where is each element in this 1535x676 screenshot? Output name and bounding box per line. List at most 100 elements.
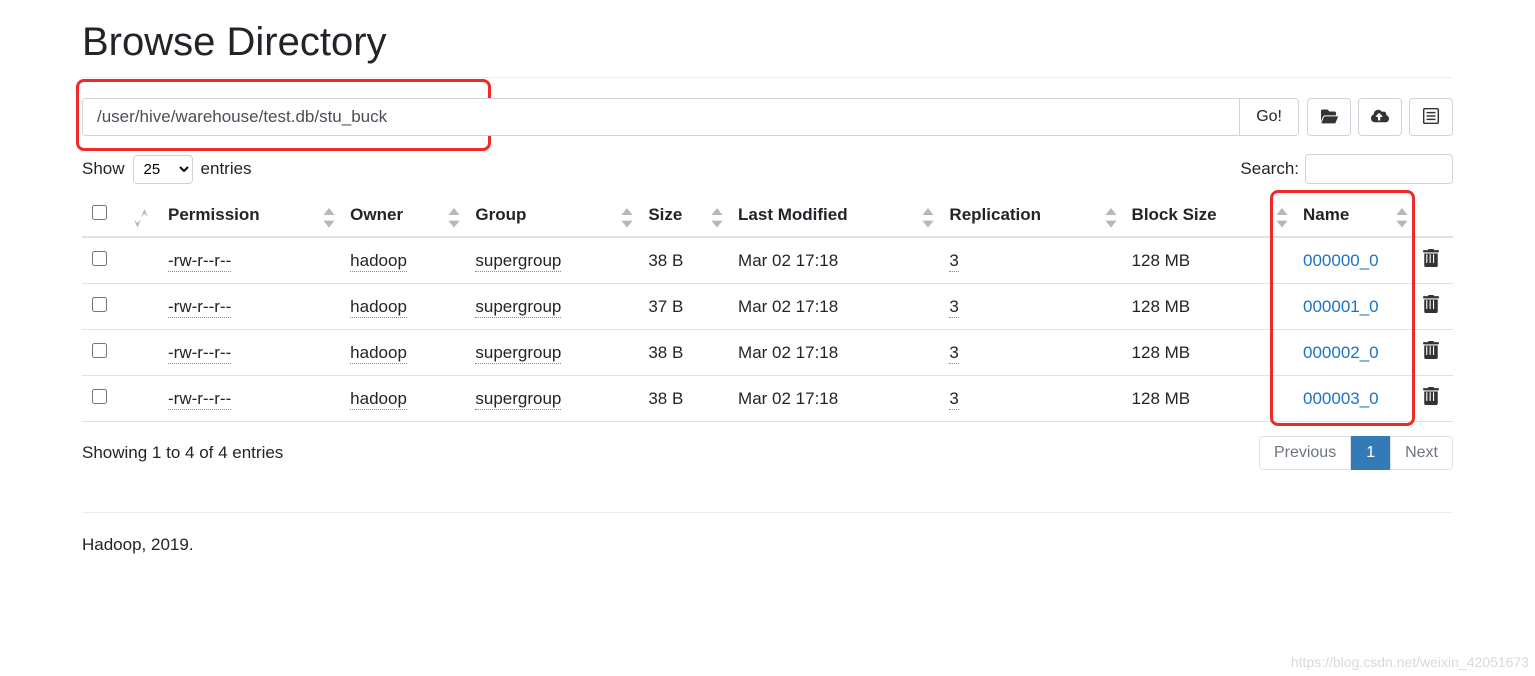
file-table: Permission Owner Group Size Last Modifie… <box>82 194 1453 422</box>
trash-icon[interactable] <box>1423 344 1439 363</box>
cell-group: supergroup <box>475 343 561 364</box>
cell-last-modified: Mar 02 17:18 <box>738 251 838 270</box>
table-row: -rw-r--r-- hadoop supergroup 38 B Mar 02 17:… <box>82 330 1453 376</box>
page-title: Browse Directory <box>82 20 1453 78</box>
next-button[interactable]: Next <box>1390 436 1453 470</box>
col-size[interactable]: Size <box>638 194 728 237</box>
sort-icon <box>322 208 336 222</box>
show-label-post: entries <box>201 159 252 179</box>
cloud-upload-icon <box>1371 107 1389 128</box>
select-all-checkbox[interactable] <box>92 205 107 220</box>
cell-name-link[interactable]: 000003_0 <box>1303 389 1379 408</box>
sort-icon <box>447 208 461 222</box>
cell-replication: 3 <box>949 251 958 272</box>
cell-owner: hadoop <box>350 389 407 410</box>
divider <box>82 512 1453 513</box>
col-last-modified-label: Last Modified <box>738 205 848 224</box>
pagination: Previous 1 Next <box>1259 436 1453 470</box>
col-select-all[interactable] <box>82 194 122 237</box>
cell-permission: -rw-r--r-- <box>168 297 231 318</box>
cell-permission: -rw-r--r-- <box>168 343 231 364</box>
table-wrap: Permission Owner Group Size Last Modifie… <box>82 194 1453 422</box>
path-input-group: Go! <box>82 98 1299 136</box>
col-group-label: Group <box>475 205 526 224</box>
col-replication[interactable]: Replication <box>939 194 1121 237</box>
show-label-pre: Show <box>82 159 125 179</box>
list-icon <box>1422 107 1440 128</box>
upload-button[interactable] <box>1358 98 1402 136</box>
path-bar: Go! <box>82 98 1453 136</box>
col-sort-initial[interactable] <box>122 194 158 237</box>
cell-block-size: 128 MB <box>1132 251 1191 270</box>
cell-group: supergroup <box>475 297 561 318</box>
sort-icon <box>1104 208 1118 222</box>
cell-owner: hadoop <box>350 297 407 318</box>
sort-icon <box>1275 208 1289 222</box>
show-entries: Show 102550100 entries <box>82 155 252 184</box>
cell-owner: hadoop <box>350 343 407 364</box>
cell-replication: 3 <box>949 389 958 410</box>
row-checkbox[interactable] <box>92 389 107 404</box>
watermark: https://blog.csdn.net/weixin_42051673 <box>1291 654 1529 670</box>
col-last-modified[interactable]: Last Modified <box>728 194 939 237</box>
showing-info: Showing 1 to 4 of 4 entries <box>82 443 283 463</box>
row-checkbox[interactable] <box>92 251 107 266</box>
footer-text: Hadoop, 2019. <box>82 535 1453 555</box>
cell-last-modified: Mar 02 17:18 <box>738 343 838 362</box>
cell-size: 38 B <box>648 251 683 270</box>
trash-icon[interactable] <box>1423 298 1439 317</box>
col-block-size[interactable]: Block Size <box>1122 194 1293 237</box>
col-group[interactable]: Group <box>465 194 638 237</box>
row-checkbox[interactable] <box>92 297 107 312</box>
search-box: Search: <box>1240 154 1453 184</box>
sort-icon <box>1395 208 1409 222</box>
go-button[interactable]: Go! <box>1239 99 1298 135</box>
search-label: Search: <box>1240 159 1299 179</box>
cell-group: supergroup <box>475 389 561 410</box>
sort-icon <box>921 208 935 222</box>
cell-size: 38 B <box>648 389 683 408</box>
path-input[interactable] <box>83 99 1239 135</box>
table-controls: Show 102550100 entries Search: <box>82 154 1453 184</box>
cell-name-link[interactable]: 000001_0 <box>1303 297 1379 316</box>
table-row: -rw-r--r--hadoopsupergroup38 BMar 02 17:… <box>82 376 1453 422</box>
cell-name-link[interactable]: 000002_0 <box>1303 343 1379 362</box>
trash-icon[interactable] <box>1423 390 1439 409</box>
col-block-size-label: Block Size <box>1132 205 1217 224</box>
cell-group: supergroup <box>475 251 561 272</box>
toolbar-icons <box>1307 98 1453 136</box>
col-permission[interactable]: Permission <box>158 194 340 237</box>
trash-icon[interactable] <box>1423 252 1439 271</box>
cell-block-size: 128 MB <box>1132 389 1191 408</box>
cell-owner: hadoop <box>350 251 407 272</box>
cell-size: 38 B <box>648 343 683 362</box>
cell-size: 37 B <box>648 297 683 316</box>
col-replication-label: Replication <box>949 205 1041 224</box>
folder-open-icon <box>1320 107 1338 128</box>
col-owner-label: Owner <box>350 205 403 224</box>
sort-icon <box>620 208 634 222</box>
table-row: -rw-r--r-- hadoop supergroup 37 B Mar 02 17:… <box>82 284 1453 330</box>
col-actions <box>1413 194 1453 237</box>
col-name[interactable]: Name <box>1293 194 1413 237</box>
col-size-label: Size <box>648 205 682 224</box>
previous-button[interactable]: Previous <box>1259 436 1351 470</box>
new-directory-button[interactable] <box>1409 98 1453 136</box>
open-folder-button[interactable] <box>1307 98 1351 136</box>
row-checkbox[interactable] <box>92 343 107 358</box>
table-header-row: Permission Owner Group Size Last Modifie… <box>82 194 1453 237</box>
cell-permission: -rw-r--r-- <box>168 251 231 272</box>
cell-name-link[interactable]: 000000_0 <box>1303 251 1379 270</box>
col-permission-label: Permission <box>168 205 260 224</box>
cell-replication: 3 <box>949 343 958 364</box>
cell-replication: 3 <box>949 297 958 318</box>
table-row: -rw-r--r-- hadoop supergroup 38 B Mar 02 17:… <box>82 237 1453 284</box>
sort-icon <box>134 209 148 223</box>
entries-select[interactable]: 102550100 <box>133 155 193 184</box>
page-1-button[interactable]: 1 <box>1351 436 1390 470</box>
table-footer: Showing 1 to 4 of 4 entries Previous 1 N… <box>82 436 1453 470</box>
cell-last-modified: Mar 02 17:18 <box>738 297 838 316</box>
search-input[interactable] <box>1305 154 1453 184</box>
cell-block-size: 128 MB <box>1132 343 1191 362</box>
col-owner[interactable]: Owner <box>340 194 465 237</box>
